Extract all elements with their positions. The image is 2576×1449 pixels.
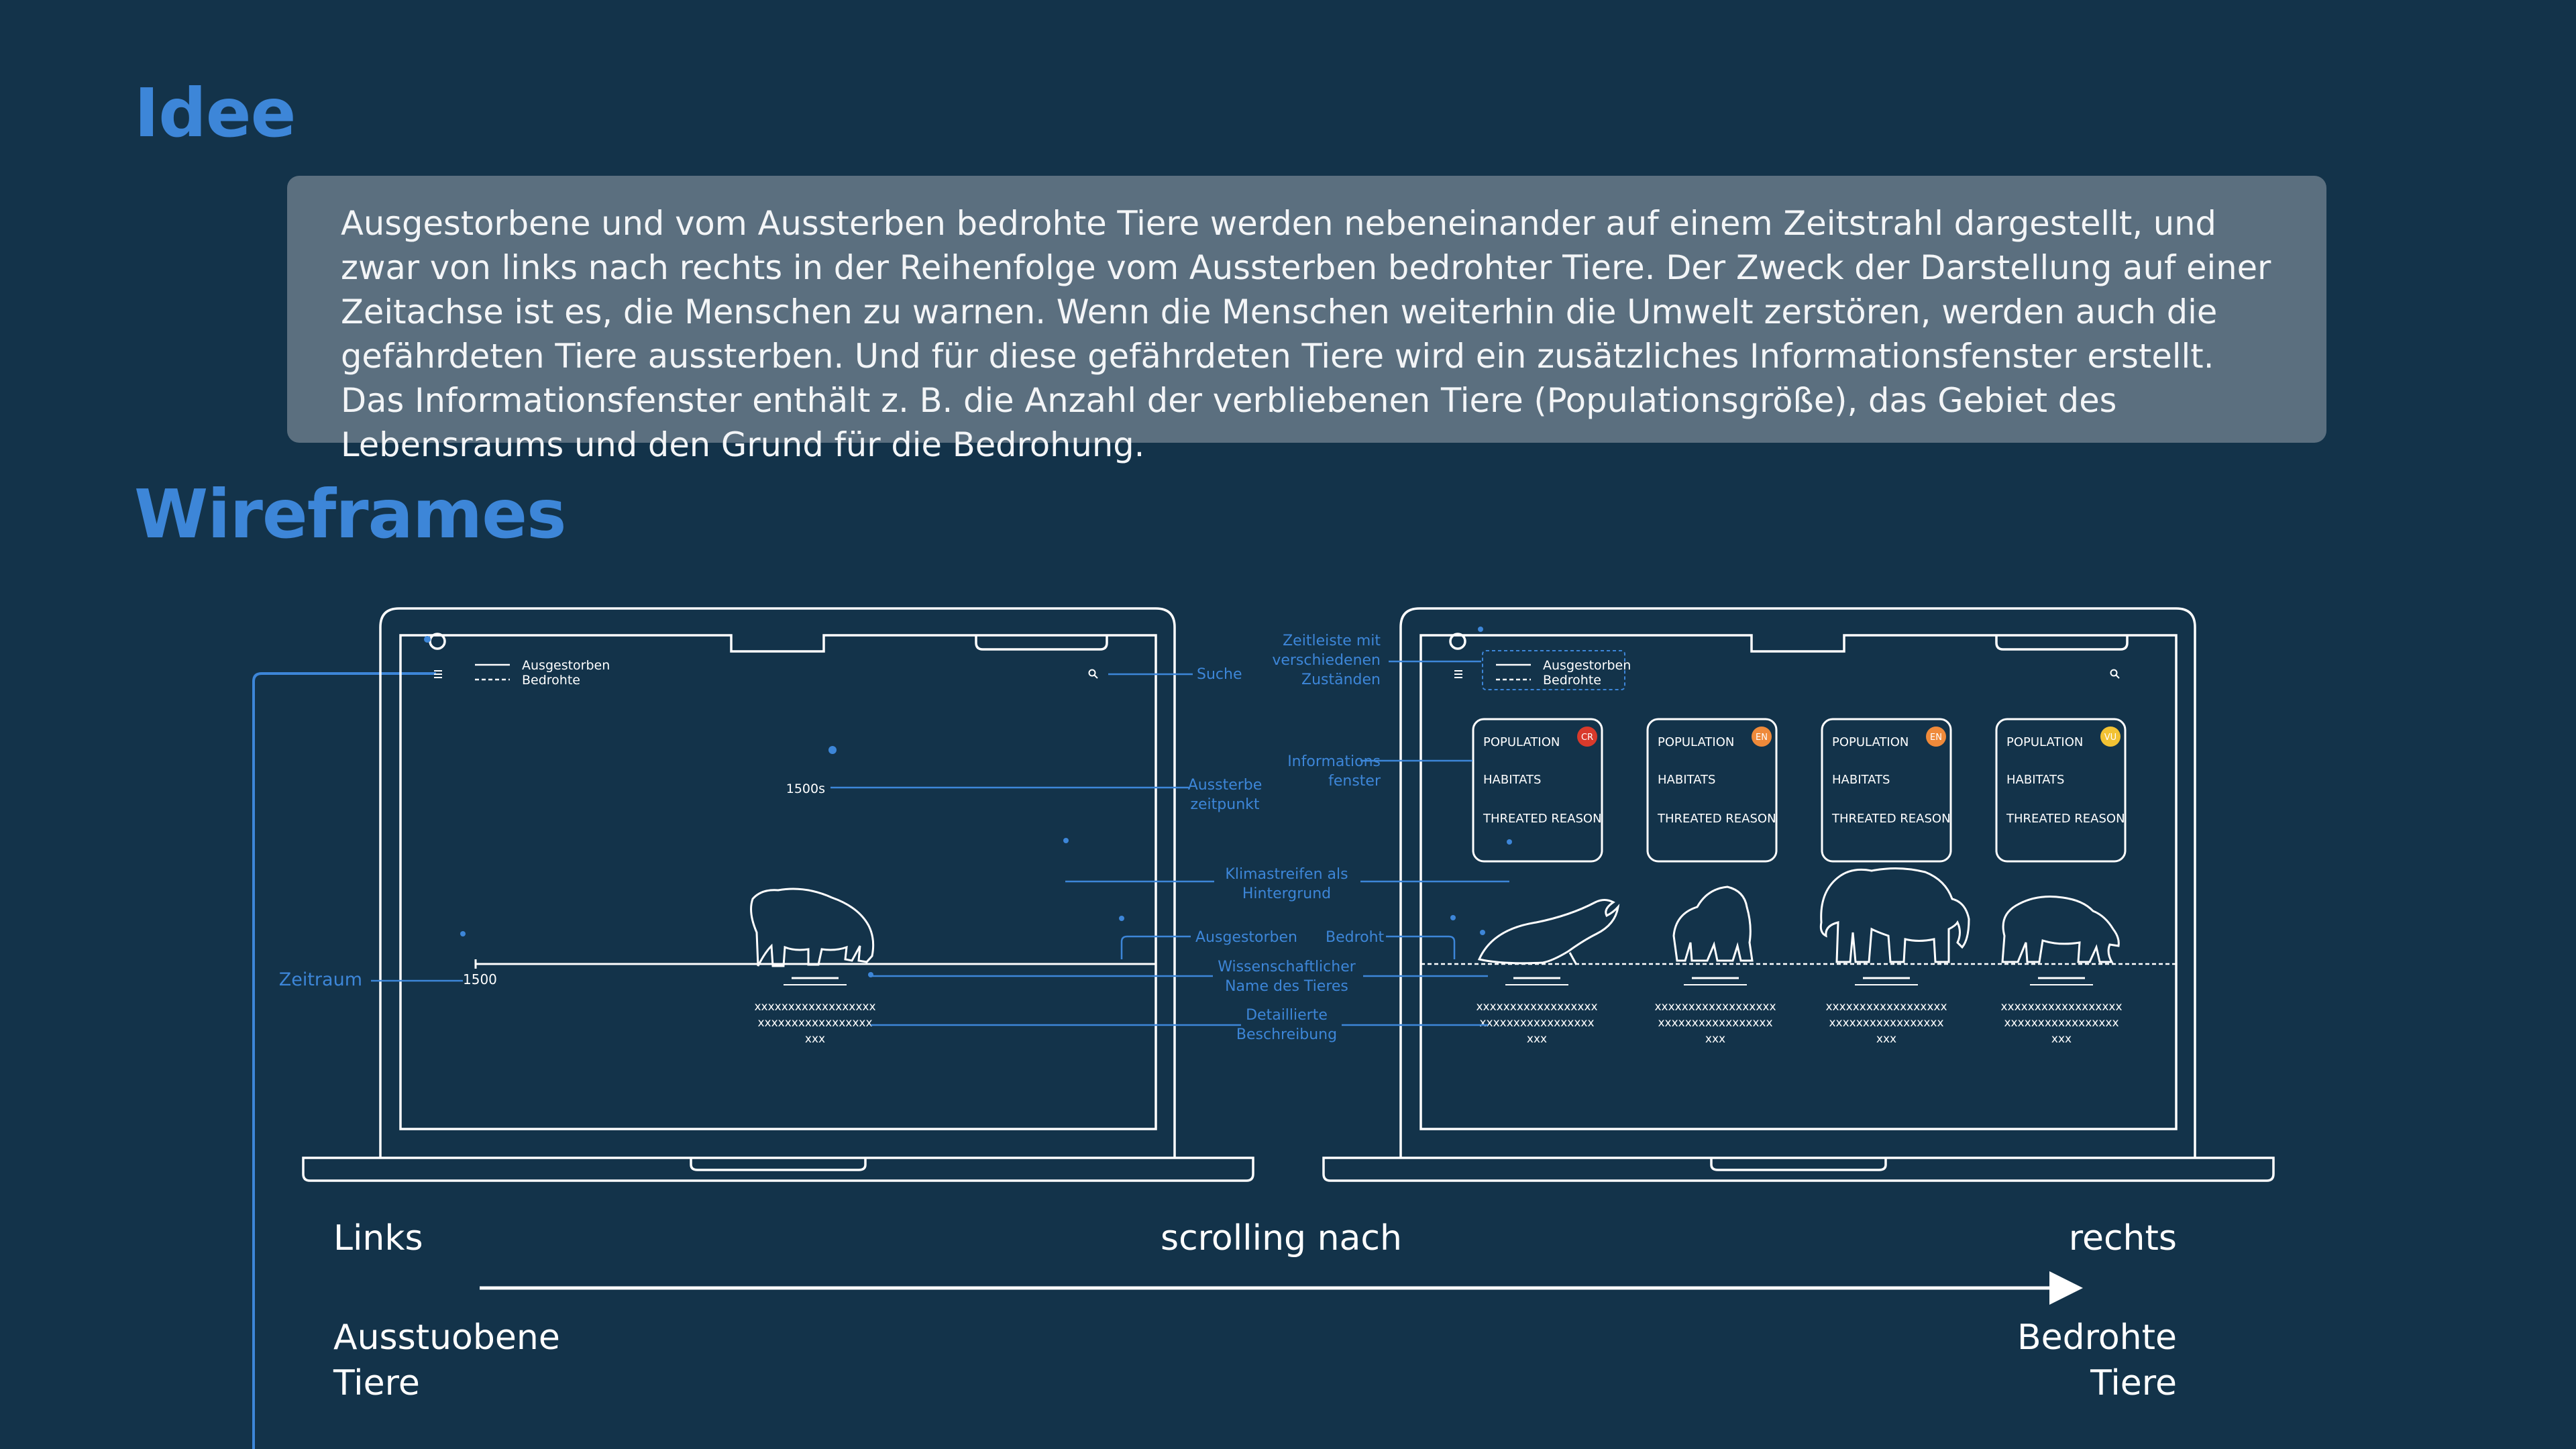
laptop-left-searchbar xyxy=(975,635,1108,651)
status-badge: VU xyxy=(2100,727,2121,747)
card-population-label: POPULATION xyxy=(1832,735,1909,749)
extinct-animals-line-1: Ausstuobene xyxy=(333,1318,560,1358)
info-card[interactable]: POPULATION HABITATS THREATED REASON CR xyxy=(1472,718,1603,863)
menu-icon[interactable] xyxy=(1454,670,1462,678)
laptop-left-screen xyxy=(399,634,1157,1130)
info-card[interactable]: POPULATION HABITATS THREATED REASON EN xyxy=(1821,718,1952,863)
extinct-animals-line-2: Tiere xyxy=(333,1363,420,1403)
wiss-label-2: Name des Tieres xyxy=(1225,978,1348,995)
status-badge-text: EN xyxy=(1756,733,1768,743)
right-animal-descriptions: xxxxxxxxxxxxxxxxxxxxxxxxxxxxxxxxxxxxxxxx… xyxy=(1476,977,2123,1046)
info-card[interactable]: POPULATION HABITATS THREATED REASON VU xyxy=(1995,718,2127,863)
legend-threatened-label: Bedrohte xyxy=(522,673,580,688)
desc-line-2: xxxxxxxxxxxxxxxxx xyxy=(1479,1016,1594,1030)
legend-extinct-label: Ausgestorben xyxy=(1543,658,1631,673)
desc-line-3: xxx xyxy=(1527,1032,1547,1046)
desc-line-2: xxxxxxxxxxxxxxxxx xyxy=(1658,1016,1772,1030)
zeitleiste-label-2: verschiedenen xyxy=(1272,652,1381,669)
desc-line-2: xxxxxxxxxxxxxxxxx xyxy=(757,1016,872,1030)
desc-line-3: xxx xyxy=(2051,1032,2072,1046)
timeline-start-label: 1500 xyxy=(463,971,497,987)
ausgestorben-label: Ausgestorben xyxy=(1195,929,1297,946)
extinct-animals-label: Ausstuobene Tiere xyxy=(333,1315,560,1406)
laptop-right-lid xyxy=(1399,607,2196,1158)
bottom-middle-label: scrolling nach xyxy=(1161,1218,1402,1258)
laptop-left-legend: Ausgestorben Bedrohte xyxy=(475,658,610,688)
suche-label: Suche xyxy=(1197,666,1242,683)
card-threat-label: THREATED REASON xyxy=(1483,812,1602,826)
desc-line-1: xxxxxxxxxxxxxxxxxx xyxy=(2000,1000,2122,1014)
hippo-icon xyxy=(750,888,875,967)
bottom-left-label: Links xyxy=(333,1218,423,1258)
search-icon[interactable] xyxy=(1088,669,1098,679)
threatened-animals-line-2: Tiere xyxy=(2090,1363,2177,1403)
desc-line-3: xxx xyxy=(1876,1032,1896,1046)
threatened-animals-label: Bedrohte Tiere xyxy=(2017,1315,2177,1406)
legend-extinct-label: Ausgestorben xyxy=(522,658,610,673)
threatened-animals-line-1: Bedrohte xyxy=(2017,1318,2177,1358)
year-marker-1500s: 1500s xyxy=(786,782,825,796)
laptop-right-notch xyxy=(1710,1158,1887,1171)
zeitraum-label: Zeitraum xyxy=(279,969,362,990)
klima-label-1: Klimastreifen als xyxy=(1225,866,1348,883)
laptop-right xyxy=(1322,607,2275,1182)
desc-line-3: xxx xyxy=(1705,1032,1725,1046)
laptop-left-lid xyxy=(379,607,1176,1158)
klima-label-2: Hintergrund xyxy=(1242,885,1331,902)
info-cards: POPULATIONHABITATSTHREATED REASONCR POPUL… xyxy=(1472,718,2127,863)
laptop-right-legend: Ausgestorben Bedrohte xyxy=(1496,658,1631,688)
info-card[interactable]: POPULATION HABITATS THREATED REASON EN xyxy=(1646,718,1778,863)
detail-label-1: Detaillierte xyxy=(1246,1007,1328,1024)
detail-label-2: Beschreibung xyxy=(1236,1026,1337,1043)
card-population-label: POPULATION xyxy=(1658,735,1734,749)
laptop-left-notch xyxy=(690,1158,867,1171)
laptop-right-searchbar xyxy=(1995,635,2129,651)
status-badge-text: VU xyxy=(2104,733,2116,743)
desc-line-1: xxxxxxxxxxxxxxxxxx xyxy=(754,1000,875,1014)
search-icon[interactable] xyxy=(2110,669,2120,679)
status-badge: EN xyxy=(1926,727,1946,747)
aussterbe-label-2: zeitpunkt xyxy=(1190,796,1259,813)
desc-line-2: xxxxxxxxxxxxxxxxx xyxy=(2004,1016,2118,1030)
card-population-label: POPULATION xyxy=(1483,735,1560,749)
desc-line-1: xxxxxxxxxxxxxxxxxx xyxy=(1825,1000,1947,1014)
card-threat-label: THREATED REASON xyxy=(1657,812,1776,826)
bedroht-label: Bedroht xyxy=(1326,929,1385,946)
zeitleiste-label-3: Zuständen xyxy=(1301,672,1381,688)
status-badge: EN xyxy=(1752,727,1772,747)
status-badge-text: EN xyxy=(1930,733,1942,743)
whale-icon xyxy=(1477,899,1620,965)
zeitleiste-label-1: Zeitleiste mit xyxy=(1283,633,1381,649)
menu-icon[interactable] xyxy=(434,670,442,678)
card-population-label: POPULATION xyxy=(2006,735,2083,749)
desc-line-1: xxxxxxxxxxxxxxxxxx xyxy=(1654,1000,1776,1014)
gorilla-icon xyxy=(1672,885,1754,962)
info-label-2: fenster xyxy=(1328,773,1381,790)
desc-line-2: xxxxxxxxxxxxxxxxx xyxy=(1829,1016,1943,1030)
elephant-icon xyxy=(1819,867,1970,963)
polar-bear-icon xyxy=(2001,896,2120,963)
info-label-1: Informations xyxy=(1287,753,1381,770)
card-threat-label: THREATED REASON xyxy=(1831,812,1951,826)
card-habitats-label: HABITATS xyxy=(1483,773,1541,787)
desc-line-1: xxxxxxxxxxxxxxxxxx xyxy=(1476,1000,1597,1014)
card-threat-label: THREATED REASON xyxy=(2006,812,2125,826)
card-habitats-label: HABITATS xyxy=(1658,773,1715,787)
status-badge-text: CR xyxy=(1581,733,1593,743)
laptop-right-screen xyxy=(1419,634,2178,1130)
card-habitats-label: HABITATS xyxy=(2006,773,2064,787)
card-habitats-label: HABITATS xyxy=(1832,773,1890,787)
aussterbe-label-1: Aussterbe xyxy=(1188,777,1263,794)
laptop-left xyxy=(302,607,1254,1182)
desc-line-3: xxx xyxy=(805,1032,825,1046)
status-badge: CR xyxy=(1577,727,1597,747)
bottom-right-label: rechts xyxy=(2068,1218,2177,1258)
legend-threatened-label: Bedrohte xyxy=(1543,673,1601,688)
wiss-label-1: Wissenschaftlicher xyxy=(1218,959,1356,975)
